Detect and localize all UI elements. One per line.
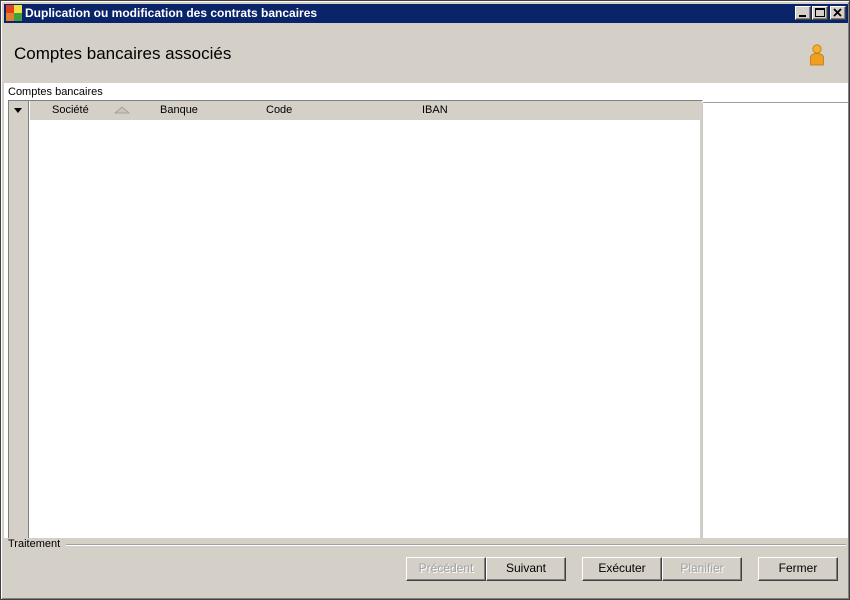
minimize-icon [799,15,806,17]
side-panel-divider [702,103,703,538]
close-window-button[interactable] [830,6,846,20]
title-bar[interactable]: Duplication ou modification des contrats… [4,4,848,23]
page-title: Comptes bancaires associés [14,44,232,63]
minimize-button[interactable] [795,6,811,20]
column-header-societe[interactable]: Société [52,104,89,117]
user-icon[interactable] [809,44,825,66]
close-button[interactable]: Fermer [758,557,838,581]
column-header-banque[interactable]: Banque [160,104,198,117]
app-window: Duplication ou modification des contrats… [0,0,850,600]
section-divider [702,102,848,103]
column-header-code[interactable]: Code [266,104,292,117]
dropdown-arrow-icon[interactable] [14,108,22,113]
maximize-icon [815,8,825,17]
sort-ascending-icon [114,106,130,114]
main-content: Comptes bancaires Société Banque Code IB… [4,83,848,538]
grid-column-header: Société Banque Code IBAN [30,101,700,120]
schedule-button[interactable]: Planifier [662,557,742,581]
column-header-iban[interactable]: IBAN [422,104,448,117]
footer-divider [66,544,846,545]
footer-label: Traitement [8,538,63,550]
grid-row-header [9,101,29,538]
app-icon [6,5,23,22]
next-button[interactable]: Suivant [486,557,566,581]
window-title: Duplication ou modification des contrats… [25,6,318,20]
bank-accounts-grid[interactable]: Société Banque Code IBAN [8,100,703,538]
close-icon [833,8,842,17]
previous-button[interactable]: Précédent [406,557,486,581]
maximize-button[interactable] [812,6,828,20]
action-footer: Traitement Précédent Suivant Exécuter Pl… [4,538,848,598]
section-label: Comptes bancaires [8,86,103,98]
page-header: Comptes bancaires associés [4,23,848,83]
execute-button[interactable]: Exécuter [582,557,662,581]
